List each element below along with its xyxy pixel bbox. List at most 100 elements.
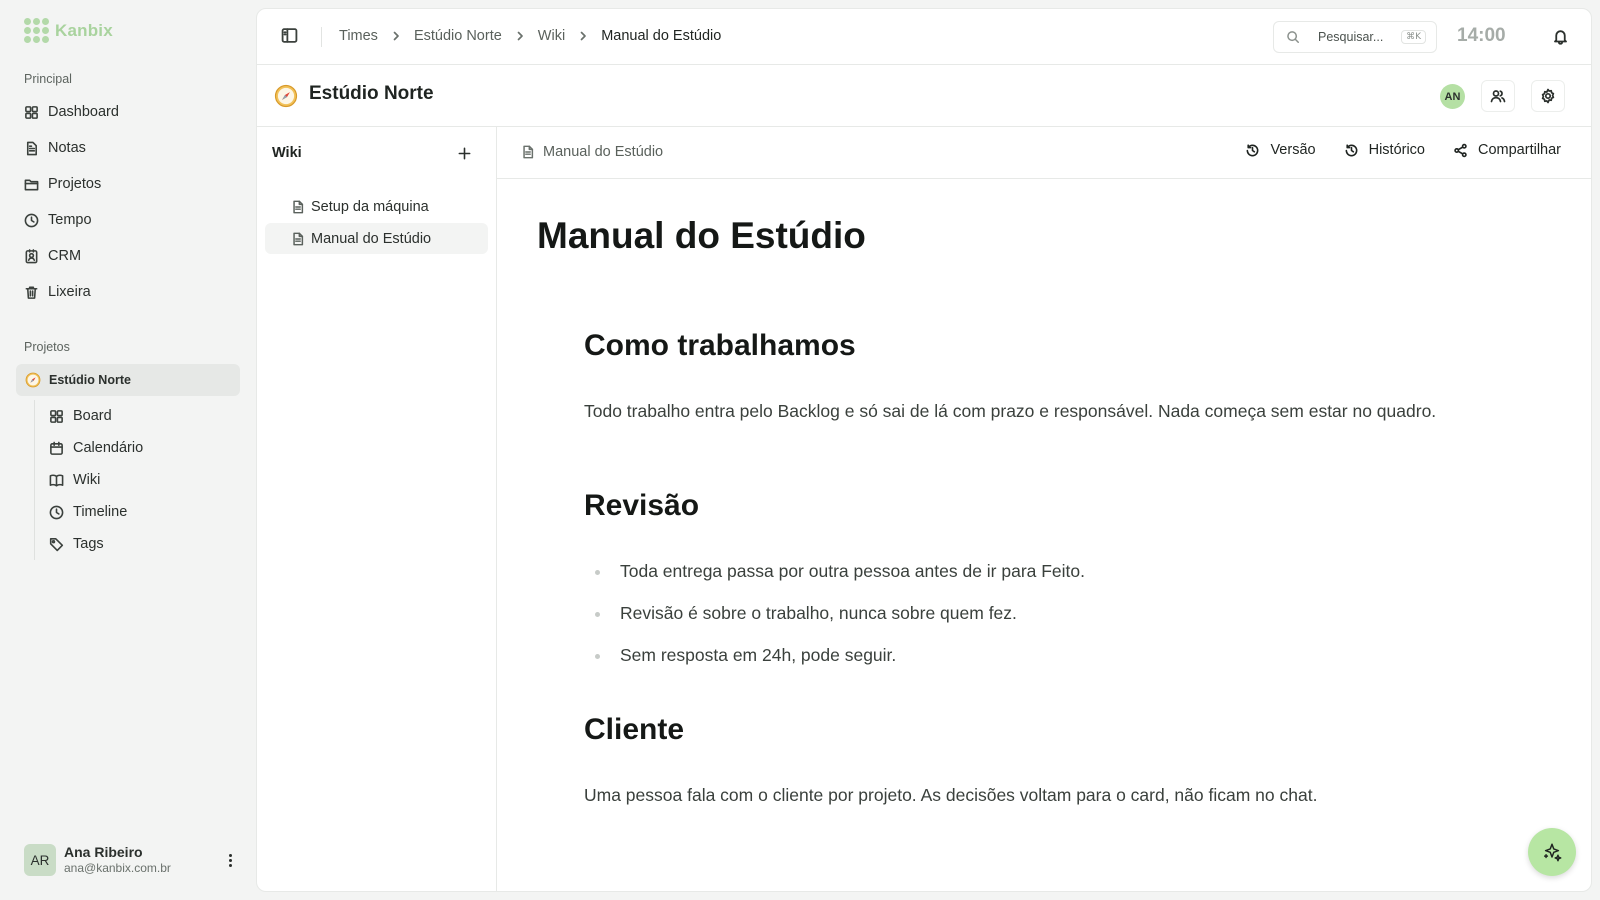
- clock-icon: [24, 213, 39, 227]
- sidebar: Kanbix Principal Dashboard Notas Projeto…: [0, 0, 256, 900]
- sparkle-icon: [1543, 843, 1562, 862]
- main-nav: Dashboard Notas Projetos Tempo CRM Lixei…: [16, 94, 240, 310]
- list-item: Revisão é sobre o trabalho, nunca sobre …: [584, 603, 1484, 645]
- section-heading: Como trabalhamos: [584, 329, 856, 362]
- compass-icon: [25, 372, 41, 388]
- member-avatar[interactable]: AN: [1440, 84, 1465, 109]
- wiki-page-manual[interactable]: Manual do Estúdio: [265, 223, 488, 254]
- avatar: AR: [24, 844, 56, 876]
- section-heading: Revisão: [584, 489, 700, 522]
- wiki-header: Wiki: [257, 127, 496, 179]
- calendar-icon: [50, 441, 63, 455]
- wiki-pages-panel: Wiki Setup da máquina Manual do Estúdio: [257, 127, 497, 891]
- sidebar-item-label: Calendário: [73, 440, 144, 456]
- document-icon: [293, 200, 304, 213]
- divider: [321, 27, 322, 47]
- folder-icon: [24, 178, 39, 190]
- settings-button[interactable]: [1531, 80, 1565, 112]
- document-actions: Versão Histórico Compartilhar: [1245, 142, 1561, 158]
- sidebar-item-tempo[interactable]: Tempo: [16, 202, 240, 238]
- user-name: Ana Ribeiro: [64, 843, 143, 860]
- sidebar-item-label: Lixeira: [48, 284, 91, 300]
- wiki-page-label: Manual do Estúdio: [311, 230, 432, 247]
- book-icon: [49, 474, 64, 486]
- sidebar-item-label: CRM: [48, 248, 82, 264]
- breadcrumb-item-current: Manual do Estúdio: [601, 28, 722, 44]
- sidebar-item-notas[interactable]: Notas: [16, 130, 240, 166]
- sidebar-project-estudio-norte[interactable]: Estúdio Norte: [16, 364, 240, 396]
- breadcrumb-item-wiki[interactable]: Wiki: [538, 28, 565, 44]
- document-breadcrumb-label: Manual do Estúdio: [543, 144, 664, 160]
- ai-assistant-button[interactable]: [1528, 828, 1576, 876]
- document-icon: [293, 232, 304, 245]
- history-icon: [1246, 143, 1259, 156]
- project-header: Estúdio Norte AN: [257, 65, 1591, 127]
- sidebar-item-wiki[interactable]: Wiki: [49, 464, 240, 496]
- document-breadcrumb: Manual do Estúdio: [521, 144, 663, 160]
- sidebar-item-calendario[interactable]: Calendário: [49, 432, 240, 464]
- sidebar-item-board[interactable]: Board: [49, 400, 240, 432]
- wiki-page-list: Setup da máquina Manual do Estúdio: [257, 179, 496, 267]
- history-label: Histórico: [1368, 142, 1425, 158]
- sidebar-item-label: Board: [73, 408, 112, 424]
- document-title[interactable]: Manual do Estúdio: [537, 215, 866, 257]
- grid-icon: [25, 105, 38, 119]
- sidebar-item-timeline[interactable]: Timeline: [49, 496, 240, 528]
- list-item: Toda entrega passa por outra pessoa ante…: [584, 561, 1484, 603]
- breadcrumb-item-times[interactable]: Times: [339, 28, 378, 44]
- sidebar-item-tags[interactable]: Tags: [49, 528, 240, 560]
- main-panel: Times Estúdio Norte Wiki Manual do Estúd…: [256, 8, 1592, 892]
- gear-icon: [1541, 88, 1555, 104]
- version-button[interactable]: Versão: [1245, 142, 1316, 158]
- version-label: Versão: [1270, 142, 1316, 158]
- wiki-page-setup[interactable]: Setup da máquina: [265, 191, 488, 222]
- topbar: Times Estúdio Norte Wiki Manual do Estúd…: [257, 9, 1591, 65]
- bullet-list: Toda entrega passa por outra pessoa ante…: [584, 561, 1484, 687]
- more-options-icon[interactable]: [220, 853, 240, 867]
- sidebar-item-label: Wiki: [73, 472, 101, 488]
- sidebar-item-label: Notas: [48, 140, 86, 156]
- sidebar-item-dashboard[interactable]: Dashboard: [16, 94, 240, 130]
- notifications-button[interactable]: [1552, 28, 1569, 45]
- sidebar-item-label: Dashboard: [48, 104, 119, 120]
- document-toolbar: Manual do Estúdio Versão Histórico Compa…: [497, 127, 1591, 179]
- chevron-right-icon: [393, 31, 399, 41]
- sidebar-toggle-button[interactable]: [281, 27, 298, 44]
- breadcrumb-item-project[interactable]: Estúdio Norte: [414, 28, 502, 44]
- sidebar-item-label: Timeline: [73, 504, 128, 520]
- history-button[interactable]: Histórico: [1344, 142, 1425, 158]
- search-icon: [1287, 31, 1299, 43]
- share-button[interactable]: Compartilhar: [1453, 142, 1561, 158]
- members-button[interactable]: [1481, 80, 1515, 112]
- list-item: Sem resposta em 24h, pode seguir.: [584, 645, 1484, 687]
- grid-icon: [50, 409, 63, 423]
- chevron-right-icon: [580, 31, 587, 41]
- search-shortcut: ⌘K: [1401, 30, 1426, 44]
- sidebar-item-projetos[interactable]: Projetos: [16, 166, 240, 202]
- note-icon: [26, 141, 37, 155]
- sidebar-item-label: Tags: [73, 536, 104, 552]
- section-paragraph: Uma pessoa fala com o cliente por projet…: [584, 785, 1318, 805]
- compass-icon: [274, 84, 298, 108]
- add-page-button[interactable]: [457, 146, 472, 161]
- user-info: Ana Ribeiro ana@kanbix.com.br: [64, 844, 212, 877]
- contact-icon: [25, 248, 38, 263]
- clock-icon: [49, 505, 64, 519]
- search-input[interactable]: Pesquisar... ⌘K: [1273, 21, 1437, 53]
- history-icon: [1345, 143, 1358, 156]
- wiki-title: Wiki: [272, 145, 302, 161]
- sidebar-item-lixeira[interactable]: Lixeira: [16, 274, 240, 310]
- sidebar-toggle-icon: [281, 28, 298, 43]
- breadcrumb: Times Estúdio Norte Wiki Manual do Estúd…: [339, 28, 721, 44]
- tag-icon: [49, 537, 64, 551]
- page-title: Estúdio Norte: [309, 83, 434, 104]
- sidebar-item-label: Projetos: [48, 176, 102, 192]
- wiki-page-label: Setup da máquina: [311, 198, 429, 215]
- search-placeholder: Pesquisar...: [1318, 30, 1384, 44]
- sidebar-item-label: Tempo: [48, 212, 92, 228]
- brand-logo[interactable]: Kanbix: [24, 18, 113, 43]
- sidebar-item-crm[interactable]: CRM: [16, 238, 240, 274]
- bell-icon: [1554, 30, 1567, 45]
- user-profile[interactable]: AR Ana Ribeiro ana@kanbix.com.br: [24, 843, 240, 877]
- project-subnav: Board Calendário Wiki Timeline Tags: [34, 400, 240, 560]
